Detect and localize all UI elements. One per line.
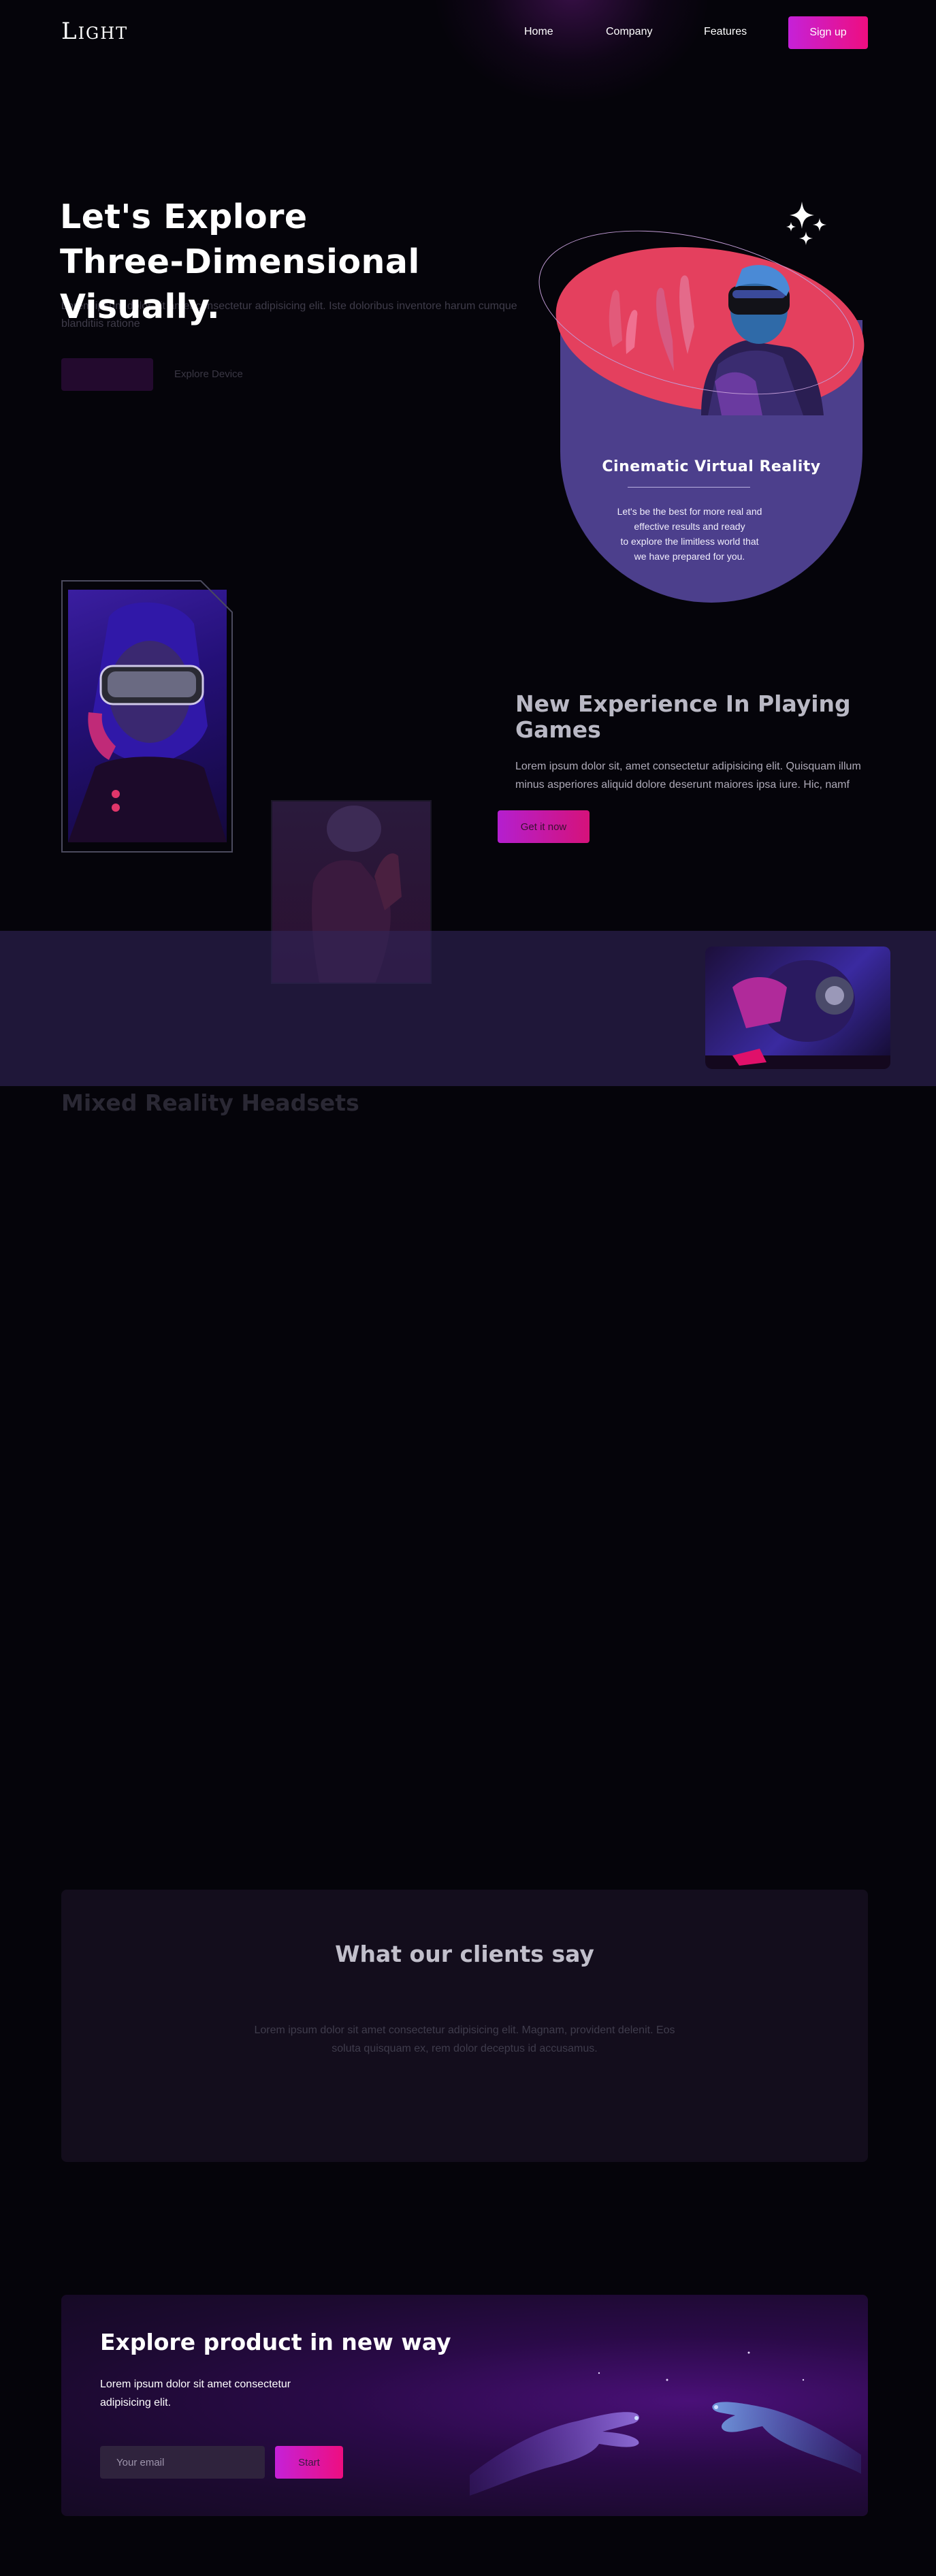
hero-title-line3: Visually. <box>60 287 221 326</box>
cta-title: Explore product in new way <box>100 2329 451 2355</box>
header-glow <box>436 0 708 102</box>
vr-card-text: Let's be the best for more real and effe… <box>584 504 795 564</box>
mixed-reality-title: Mixed Reality Headsets <box>61 1090 359 1116</box>
logo[interactable]: Light <box>61 18 128 45</box>
vr-face-photo <box>705 947 890 1069</box>
hero-primary-button[interactable] <box>61 358 153 391</box>
nav-features[interactable]: Features <box>704 26 747 38</box>
cosmic-hands-illustration <box>470 2351 861 2496</box>
explore-device-link[interactable]: Explore Device <box>174 368 243 380</box>
games-text-line1: Lorem ipsum dolor sit, amet consectetur … <box>515 761 861 772</box>
signup-button[interactable]: Sign up <box>788 16 868 49</box>
start-button[interactable]: Start <box>275 2446 343 2479</box>
games-title: New Experience In Playing Games <box>515 691 869 743</box>
vr-card-text-line4: we have prepared for you. <box>634 551 745 562</box>
vr-card-title: Cinematic Virtual Reality <box>602 458 821 475</box>
games-title-line1: New Experience In Playing <box>515 690 851 717</box>
testimonials-title: What our clients say <box>335 1941 594 1967</box>
email-input[interactable] <box>100 2446 265 2479</box>
cyber-woman-frame <box>61 580 233 853</box>
get-it-now-button[interactable]: Get it now <box>498 810 590 843</box>
testimonials-text: Lorem ipsum dolor sit amet consectetur a… <box>245 2021 684 2058</box>
games-text: Lorem ipsum dolor sit, amet consectetur … <box>515 757 869 794</box>
cta-text-line1: Lorem ipsum dolor sit amet consectetur <box>100 2379 291 2390</box>
vr-card-divider <box>628 487 750 488</box>
games-text-line2: minus asperiores aliquid dolore deserunt… <box>515 779 850 791</box>
hero-title-line2: Three-Dimensional <box>60 242 420 281</box>
vr-card-text-line3: to explore the limitless world that <box>620 536 759 547</box>
nav-company[interactable]: Company <box>606 26 652 38</box>
nav-home[interactable]: Home <box>524 26 553 38</box>
games-title-line2: Games <box>515 716 601 743</box>
vr-card-text-line2: effective results and ready <box>634 521 745 532</box>
hero-title-line1: Let's Explore <box>60 197 308 236</box>
vr-card-text-line1: Let's be the best for more real and <box>617 506 762 517</box>
cta-text-line2: adipisicing elit. <box>100 2397 172 2408</box>
cta-text: Lorem ipsum dolor sit amet consectetur a… <box>100 2375 318 2412</box>
sparkle-icon <box>786 202 826 245</box>
hero-title: Let's Explore Three-Dimensional Visually… <box>60 195 536 330</box>
testimonials-text-line2: soluta quisquam ex, rem dolor deceptus i… <box>332 2043 598 2054</box>
testimonials-text-line1: Lorem ipsum dolor sit amet consectetur a… <box>254 2024 675 2036</box>
